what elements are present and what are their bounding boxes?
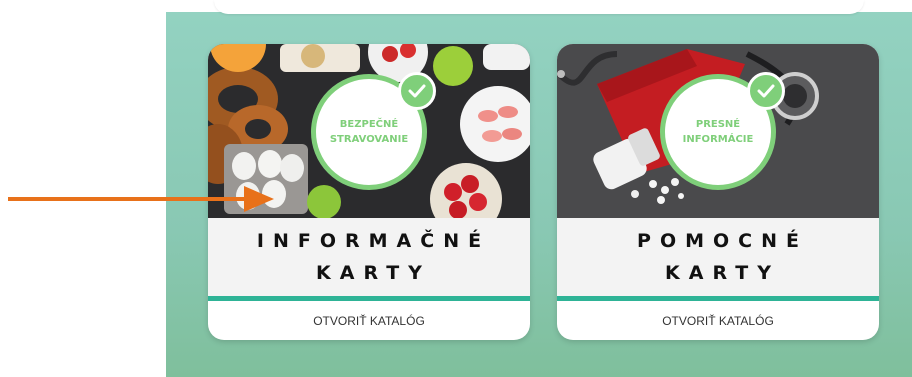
check-icon (398, 72, 436, 110)
card-title-area: INFORMAČNÉ KARTY (208, 218, 530, 296)
card-title-area: POMOCNÉ KARTY (557, 218, 879, 296)
card-pomocne-karty[interactable]: PRESNÉ INFORMÁCIE POMOCNÉ KARTY OTVORIŤ … (557, 44, 879, 340)
arrow-right-icon (8, 186, 274, 212)
panel-top-bar (214, 0, 864, 14)
check-icon (747, 72, 785, 110)
open-catalog-button[interactable]: OTVORIŤ KATALÓG (208, 301, 530, 340)
card-title: POMOCNÉ KARTY (637, 230, 808, 284)
medical-photo: PRESNÉ INFORMÁCIE (557, 44, 879, 218)
card-title: INFORMAČNÉ KARTY (256, 230, 491, 284)
open-catalog-button[interactable]: OTVORIŤ KATALÓG (557, 301, 879, 340)
badge-text: BEZPEČNÉ STRAVOVANIE (329, 119, 409, 145)
badge-text: PRESNÉ INFORMÁCIE (682, 119, 754, 145)
